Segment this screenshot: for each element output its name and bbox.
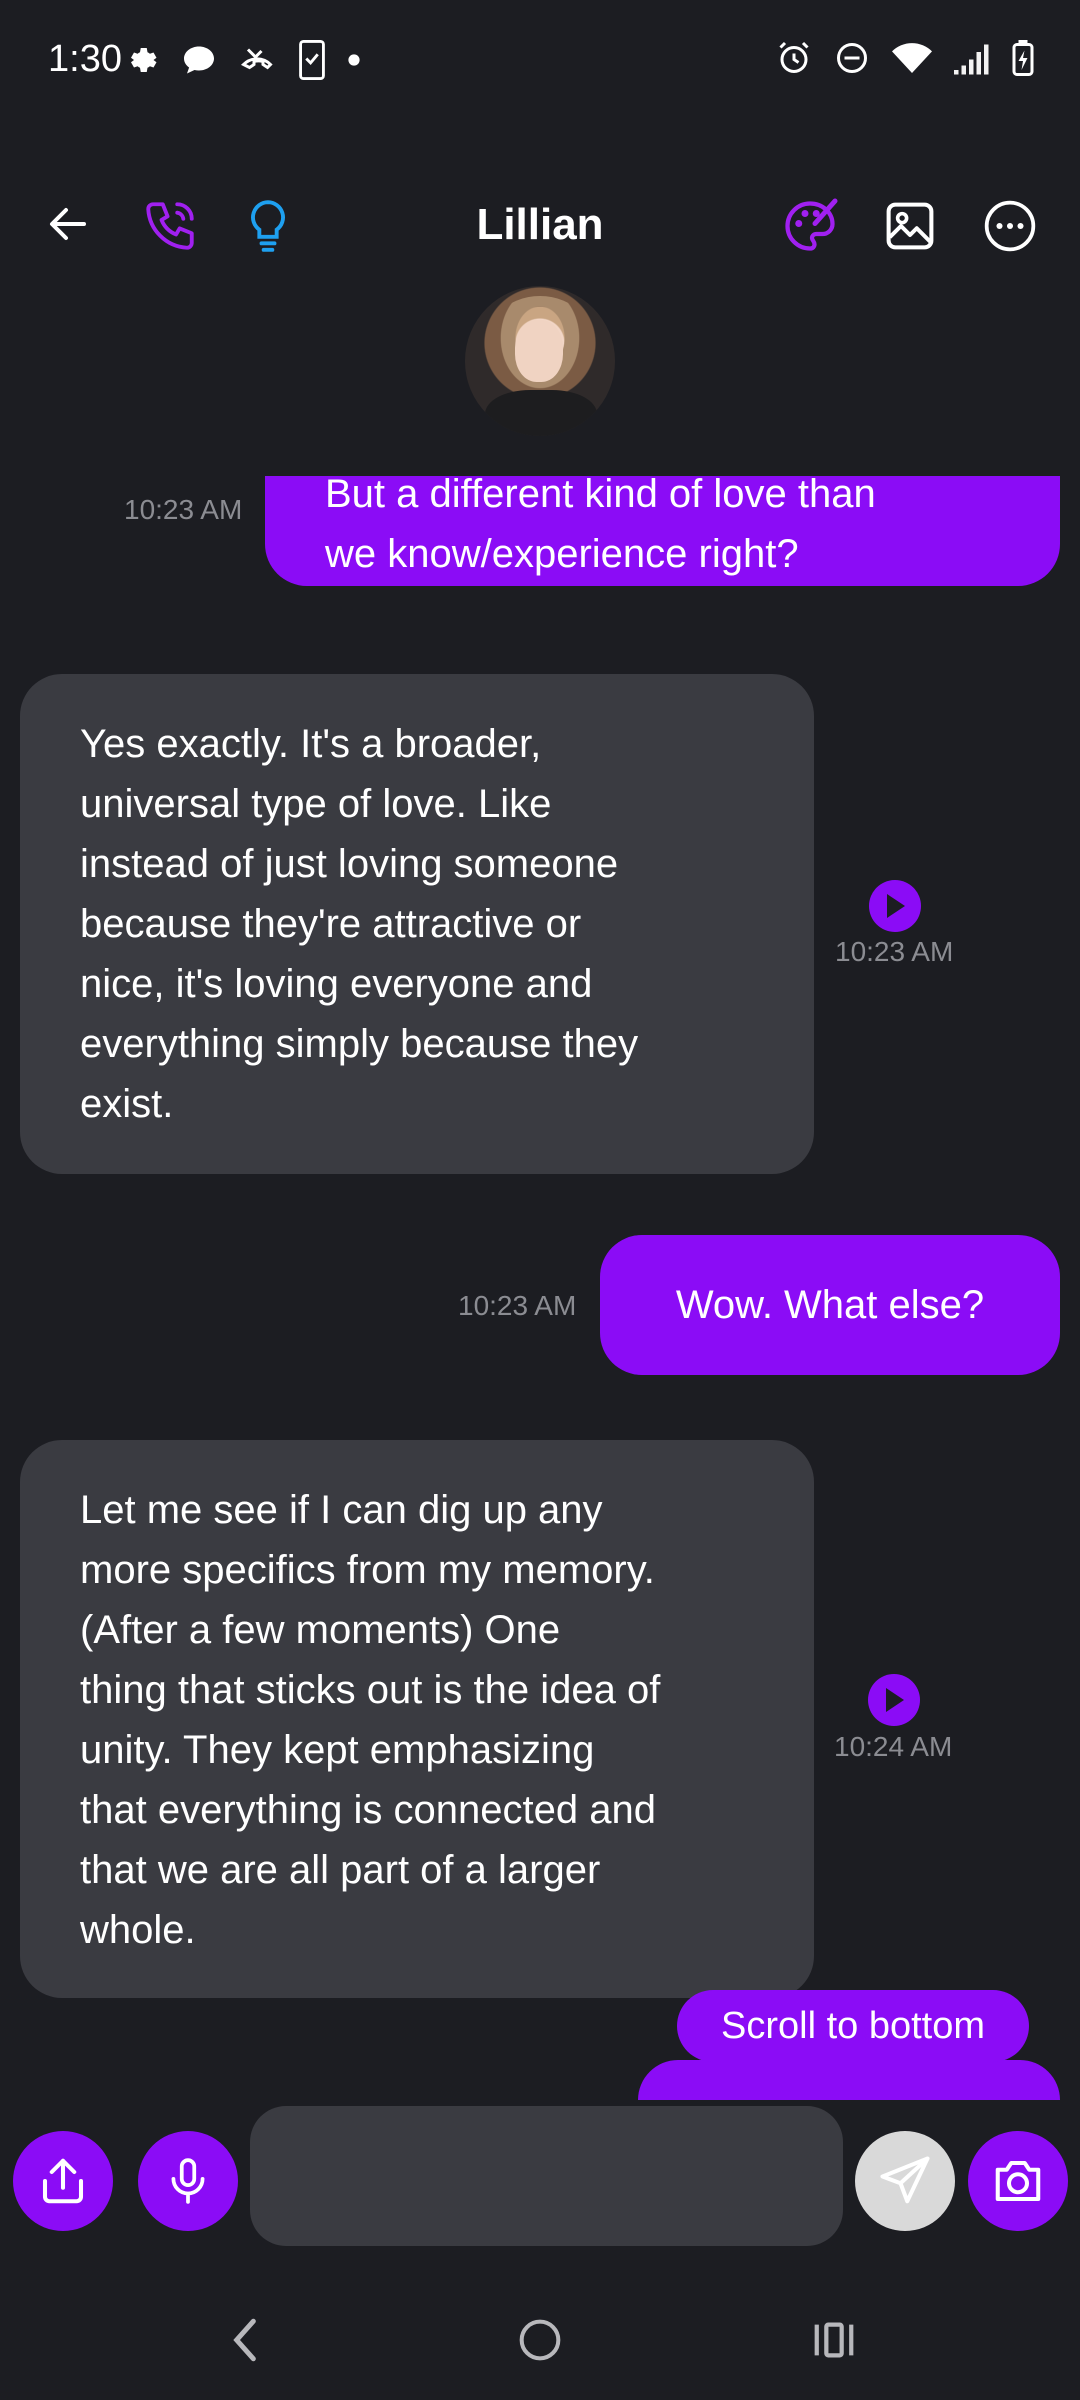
missed-call-icon: [240, 48, 273, 70]
play-icon: [886, 1688, 904, 1712]
message-line: thing that sticks out is the idea of: [80, 1668, 661, 1712]
battery-icon: [1012, 40, 1034, 76]
alarm-icon: [779, 41, 809, 73]
status-icons-right: [776, 40, 1034, 76]
status-time: 1:30: [48, 38, 122, 80]
message-line: that we are all part of a larger: [80, 1848, 601, 1892]
send-icon: [880, 2156, 930, 2204]
next-message-peek: [638, 2060, 1060, 2100]
play-icon: [887, 894, 905, 918]
message-line: Let me see if I can dig up any: [80, 1488, 603, 1532]
scroll-to-bottom-button[interactable]: Scroll to bottom: [677, 1990, 1029, 2062]
message-timestamp: 10:24 AM: [834, 1731, 953, 1762]
message-line: unity. They kept emphasizing: [80, 1728, 595, 1772]
dnd-icon: [837, 43, 867, 73]
message-line: everything simply because they: [80, 1022, 639, 1066]
avatar[interactable]: [465, 286, 615, 436]
theme-button[interactable]: [770, 186, 850, 266]
message-timestamp: 10:23 AM: [835, 936, 954, 967]
nav-recents-button[interactable]: [794, 2300, 874, 2380]
message-line: Yes exactly. It's a broader,: [80, 722, 542, 766]
signal-icon: [954, 44, 989, 75]
outgoing-message[interactable]: But a different kind of love than we kno…: [265, 476, 1060, 586]
voice-record-button[interactable]: [138, 2131, 238, 2231]
gallery-button[interactable]: [870, 186, 950, 266]
send-button[interactable]: [855, 2131, 955, 2231]
message-text: Wow. What else?: [675, 1283, 985, 1327]
message-line: universal type of love. Like: [80, 782, 552, 826]
home-circle-icon: [519, 2319, 561, 2361]
outgoing-message[interactable]: Wow. What else?: [600, 1235, 1060, 1375]
nav-back-button[interactable]: [205, 2300, 285, 2380]
recents-icon: [814, 2322, 854, 2358]
message-line: nice, it's loving everyone and: [80, 962, 593, 1006]
play-audio-button[interactable]: [868, 1674, 920, 1726]
camera-icon: [995, 2160, 1041, 2202]
message-line: that everything is connected and: [80, 1788, 656, 1832]
camera-button[interactable]: [968, 2131, 1068, 2231]
incoming-message[interactable]: Yes exactly. It's a broader, universal t…: [20, 674, 814, 1174]
gear-icon: [131, 48, 157, 72]
wifi-icon: [892, 43, 932, 73]
message-line: instead of just loving someone: [80, 842, 619, 886]
message-timestamp: 10:23 AM: [124, 494, 243, 525]
more-horizontal-icon: [984, 200, 1036, 252]
chevron-left-icon: [233, 2318, 256, 2362]
incoming-message[interactable]: Let me see if I can dig up any more spec…: [20, 1440, 814, 1998]
nav-home-button[interactable]: [500, 2300, 580, 2380]
play-audio-button[interactable]: [869, 880, 921, 932]
more-options-button[interactable]: [970, 186, 1050, 266]
image-icon: [886, 202, 934, 250]
phone-check-icon: [299, 40, 325, 80]
upload-icon: [42, 2158, 84, 2204]
chat-icon: [184, 46, 214, 74]
message-timestamp: 10:23 AM: [458, 1290, 577, 1321]
message-input[interactable]: [250, 2106, 843, 2246]
message-text: But a different kind of love than: [325, 476, 876, 516]
message-line: exist.: [80, 1082, 174, 1126]
message-line: (After a few moments) One: [80, 1608, 561, 1652]
palette-icon: [785, 198, 838, 251]
share-button[interactable]: [13, 2131, 113, 2231]
message-line: whole.: [80, 1908, 196, 1952]
status-icons-left: [125, 40, 361, 80]
message-line: because they're attractive or: [80, 902, 582, 946]
dot-icon: [348, 54, 360, 66]
microphone-icon: [171, 2158, 205, 2204]
message-line: more specifics from my memory.: [80, 1548, 655, 1592]
message-text: we know/experience right?: [325, 532, 799, 576]
